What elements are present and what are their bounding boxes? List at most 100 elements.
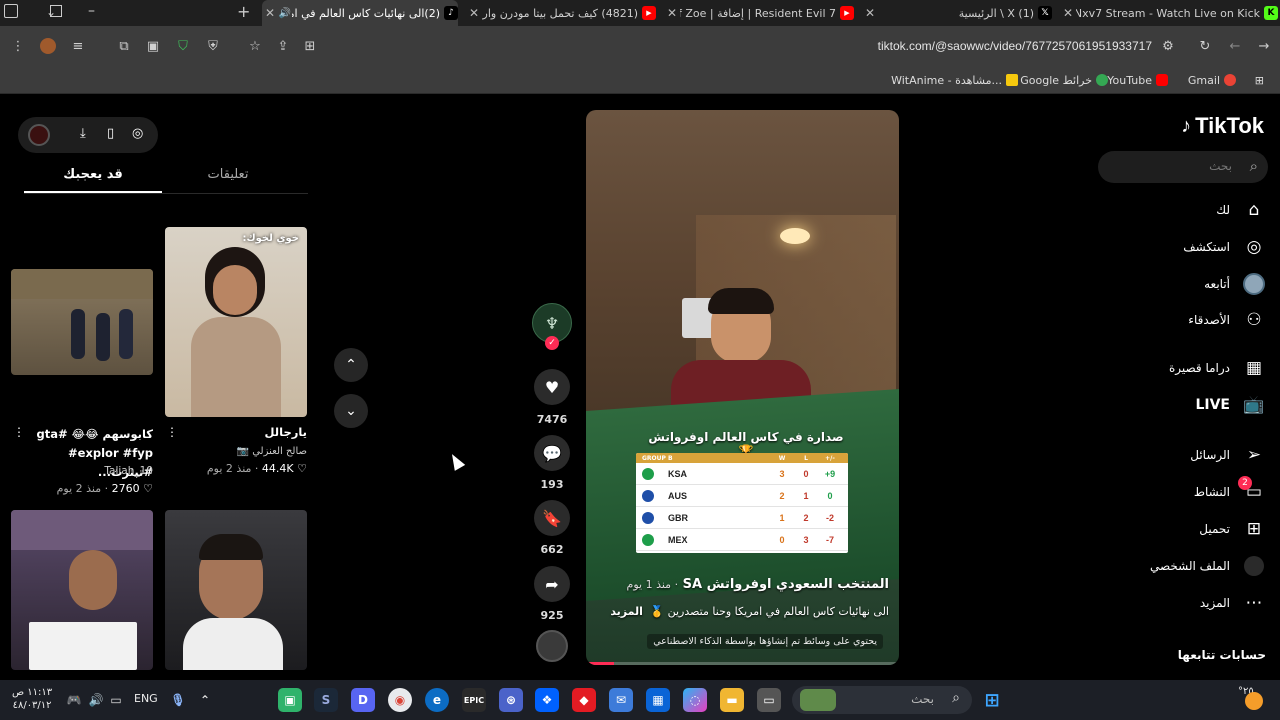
- sidebar-item-friends[interactable]: الأصدقاء ⚇: [1188, 308, 1266, 332]
- bookmark-star-icon[interactable]: ☆: [245, 36, 265, 56]
- dropbox-icon[interactable]: ❖: [535, 688, 559, 712]
- copilot-icon[interactable]: ◌: [683, 688, 707, 712]
- app-icon[interactable]: ▣: [278, 688, 302, 712]
- tab-close-icon[interactable]: ✕: [466, 6, 482, 20]
- menu-dots-icon[interactable]: ⋮: [8, 36, 28, 56]
- card-more-icon[interactable]: ⋮: [13, 425, 25, 439]
- weather-sun-icon[interactable]: [1245, 692, 1263, 710]
- file-explorer-icon[interactable]: ▬: [720, 688, 744, 712]
- follow-check-icon[interactable]: ✓: [545, 336, 559, 350]
- video-author[interactable]: المنتخب السعودي اوفرواتش SA: [683, 577, 889, 592]
- sidebar-item-more[interactable]: المزيد ⋯: [1200, 591, 1266, 615]
- tab-close-icon[interactable]: ✕: [862, 6, 878, 20]
- video-player[interactable]: صدارة في كاس العالم اوفرواتش 🏆 GROUP B W…: [586, 110, 899, 665]
- app-icon[interactable]: ⊛: [499, 688, 523, 712]
- translate-icon[interactable]: ⊞: [300, 36, 320, 56]
- save-button[interactable]: 🔖: [534, 500, 570, 536]
- address-bar[interactable]: tiktok.com/@saowwc/video/767725706195193…: [452, 34, 1152, 58]
- previous-video-button[interactable]: ⌃: [334, 348, 368, 382]
- like-button[interactable]: ♥: [534, 369, 570, 405]
- sidebar-item-for-you[interactable]: لك ⌂: [1216, 198, 1266, 222]
- video-progress-track[interactable]: [586, 662, 899, 665]
- window-close-icon[interactable]: [4, 4, 18, 18]
- tab-tiktok-active[interactable]: ✕ 🔊 (2)الى نهائيات كاس العالم في امريكا …: [262, 0, 458, 26]
- search-input[interactable]: ⌕ بحث: [1098, 151, 1268, 183]
- tab-close-icon[interactable]: ✕: [664, 6, 680, 20]
- forward-icon[interactable]: ←: [1225, 36, 1245, 56]
- network-icon[interactable]: ▭: [104, 688, 128, 712]
- tab-comments[interactable]: تعليقات: [164, 167, 292, 189]
- sidebar-item-activity[interactable]: النشاط ▭ 2: [1194, 476, 1266, 504]
- reload-icon[interactable]: ↻: [1195, 36, 1215, 56]
- tab-close-icon[interactable]: ✕: [262, 6, 278, 20]
- tab-kick[interactable]: ✕ Nxv7 Stream - Watch Live on Kick K: [1060, 0, 1278, 26]
- windows-start-icon[interactable]: ⊞: [980, 688, 1004, 712]
- sidebar-item-following[interactable]: أتابعه: [1204, 272, 1266, 296]
- bookmark-witanime[interactable]: WitAnime - مشاهدة...: [891, 72, 1018, 88]
- app-icon[interactable]: ✉: [609, 688, 633, 712]
- edge-icon[interactable]: e: [425, 688, 449, 712]
- profile-avatar-icon[interactable]: [38, 36, 58, 56]
- next-video-button[interactable]: ⌄: [334, 394, 368, 428]
- media-control-icon[interactable]: ≡: [68, 36, 88, 56]
- card-author[interactable]: صالح العنزلي 📷: [167, 446, 307, 457]
- caption-more-link[interactable]: المزيد: [610, 605, 643, 618]
- back-icon[interactable]: →: [1254, 36, 1274, 56]
- window-minimize-icon[interactable]: –: [88, 3, 95, 19]
- adblock-shield-icon[interactable]: ⛉: [173, 36, 193, 56]
- card-title[interactable]: يارجالل: [167, 425, 307, 439]
- comment-button[interactable]: 💬: [534, 435, 570, 471]
- extensions-icon[interactable]: ⧉: [114, 36, 134, 56]
- download-icon[interactable]: ⤓: [80, 126, 86, 141]
- chevron-up-icon[interactable]: ⌃: [193, 688, 217, 712]
- search-icon[interactable]: ⌕: [1250, 157, 1258, 175]
- tab-close-icon[interactable]: ✕: [1060, 6, 1076, 20]
- compass-icon[interactable]: ◎: [132, 126, 143, 141]
- video-card-thumbnail[interactable]: خوي لخوك:: [165, 227, 307, 417]
- sidebar-item-profile[interactable]: الملف الشخصي: [1150, 554, 1266, 578]
- tiktok-logo[interactable]: ♪ TikTok: [1181, 113, 1264, 139]
- epic-games-icon[interactable]: EPIC: [462, 688, 486, 712]
- video-card-thumbnail[interactable]: [11, 269, 153, 375]
- video-card-thumbnail[interactable]: [165, 510, 307, 670]
- chrome-icon[interactable]: ◉: [388, 688, 412, 712]
- audio-playing-icon[interactable]: 🔊: [278, 6, 292, 20]
- share-icon[interactable]: ⇪: [273, 36, 293, 56]
- bookmark-gmail[interactable]: Gmail: [1188, 72, 1236, 88]
- card-more-icon[interactable]: ⋮: [166, 425, 178, 439]
- app-icon[interactable]: ◆: [572, 688, 596, 712]
- tab-x[interactable]: ✕ (1) X \ الرئيسية 𝕏: [862, 0, 1052, 26]
- sidebar-item-messages[interactable]: الرسائل ➢: [1190, 443, 1266, 467]
- sidebar-item-short-drama[interactable]: دراما قصيرة ▦: [1169, 356, 1266, 380]
- live-tv-icon: 📺: [1243, 395, 1265, 415]
- window-restore-icon[interactable]: [50, 5, 62, 17]
- sidebar-item-upload[interactable]: تحميل ⊞: [1199, 517, 1266, 541]
- music-disc-icon[interactable]: [536, 630, 568, 662]
- app-icon[interactable]: ▭: [757, 688, 781, 712]
- microphone-icon[interactable]: 🎙: [166, 688, 190, 712]
- extension-icon[interactable]: ▣: [143, 36, 163, 56]
- tab-you-may-like[interactable]: قد يعجبك: [24, 167, 162, 189]
- sidebar-item-live[interactable]: LIVE 📺: [1195, 393, 1266, 417]
- card-author[interactable]: Taliah_10: [13, 465, 153, 477]
- share-button[interactable]: ➦: [534, 566, 570, 602]
- video-card-thumbnail[interactable]: [11, 510, 153, 670]
- new-tab-button[interactable]: +: [237, 2, 250, 21]
- steam-icon[interactable]: S: [314, 688, 338, 712]
- tab-resident-evil[interactable]: ✕ Resident Evil 7 | إضافة | End of Zoe ▶: [664, 0, 854, 26]
- site-settings-icon[interactable]: ⚙: [1158, 36, 1178, 56]
- language-indicator[interactable]: ENG: [134, 692, 158, 705]
- discord-icon[interactable]: D: [351, 688, 375, 712]
- gamepad-icon[interactable]: 🎮: [62, 688, 86, 712]
- bookmark-google-maps[interactable]: Google خرائط: [1020, 72, 1108, 88]
- creator-mini-avatar[interactable]: [28, 124, 50, 146]
- sidebar-item-explore[interactable]: استكشف ◎: [1183, 235, 1266, 259]
- shield-icon[interactable]: ⛨: [203, 36, 223, 56]
- tab-youtube-modern-warfare[interactable]: ✕ (4821) كيف تحمل بيتا مودرن وارفير ▶: [466, 0, 656, 26]
- store-icon[interactable]: ▦: [646, 688, 670, 712]
- taskbar-search[interactable]: بحث ⌕: [792, 686, 972, 714]
- phone-icon[interactable]: ▯: [107, 126, 114, 141]
- clock[interactable]: ١١:١٣ ص ٤٨/٠٣/١٢: [12, 686, 52, 712]
- bookmark-youtube[interactable]: YouTube: [1107, 72, 1168, 88]
- apps-grid-icon[interactable]: ⊞: [1255, 72, 1264, 88]
